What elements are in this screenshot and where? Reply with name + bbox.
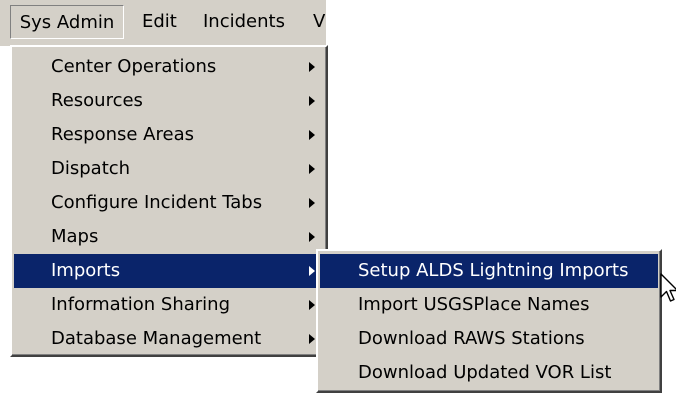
menu-item-center-operations[interactable]: Center Operations — [14, 50, 324, 84]
menu-bar: Sys Admin Edit Incidents V — [0, 0, 326, 46]
menu-item-configure-incident-tabs[interactable]: Configure Incident Tabs — [14, 186, 324, 220]
chevron-right-icon — [309, 232, 315, 242]
chevron-right-icon — [309, 130, 315, 140]
menu-item-database-management[interactable]: Database Management — [14, 322, 324, 356]
sys-admin-dropdown: Center Operations Resources Response Are… — [10, 45, 328, 357]
menu-item-label: Database Management — [51, 328, 262, 349]
menu-edit[interactable]: Edit — [136, 5, 183, 39]
chevron-right-icon — [309, 62, 315, 72]
menu-item-imports[interactable]: Imports — [14, 254, 324, 288]
submenu-item-import-usgs-place-names[interactable]: Import USGSPlace Names — [320, 288, 658, 322]
chevron-right-icon — [309, 164, 315, 174]
menu-item-label: Setup ALDS Lightning Imports — [358, 260, 629, 281]
menu-item-information-sharing[interactable]: Information Sharing — [14, 288, 324, 322]
menu-item-label: Imports — [51, 260, 121, 281]
chevron-right-icon — [309, 334, 315, 344]
screenshot-stage: Sys Admin Edit Incidents V Center Operat… — [0, 0, 676, 394]
menu-item-label: Download RAWS Stations — [358, 328, 585, 349]
menu-item-maps[interactable]: Maps — [14, 220, 324, 254]
menu-item-label: Download Updated VOR List — [358, 362, 612, 383]
menu-item-label: Resources — [51, 90, 143, 111]
menu-sys-admin[interactable]: Sys Admin — [10, 5, 124, 39]
chevron-right-icon — [309, 300, 315, 310]
menu-item-label: Maps — [51, 226, 99, 247]
mouse-pointer-icon — [660, 273, 676, 302]
menu-item-label: Response Areas — [51, 124, 194, 145]
menu-item-resources[interactable]: Resources — [14, 84, 324, 118]
menu-clipped-item[interactable]: V — [307, 5, 326, 39]
menu-item-label: Information Sharing — [51, 294, 231, 315]
menu-item-dispatch[interactable]: Dispatch — [14, 152, 324, 186]
chevron-right-icon — [309, 96, 315, 106]
imports-submenu: Setup ALDS Lightning Imports Import USGS… — [316, 249, 662, 393]
menu-item-label: Configure Incident Tabs — [51, 192, 263, 213]
menu-item-label: Center Operations — [51, 56, 217, 77]
menu-item-label: Dispatch — [51, 158, 131, 179]
chevron-right-icon — [309, 266, 315, 276]
submenu-item-download-raws-stations[interactable]: Download RAWS Stations — [320, 322, 658, 356]
submenu-item-setup-alds-lightning-imports[interactable]: Setup ALDS Lightning Imports — [320, 254, 658, 288]
menu-item-response-areas[interactable]: Response Areas — [14, 118, 324, 152]
chevron-right-icon — [309, 198, 315, 208]
menu-incidents[interactable]: Incidents — [197, 5, 291, 39]
menu-item-label: Import USGSPlace Names — [358, 294, 590, 315]
submenu-item-download-updated-vor-list[interactable]: Download Updated VOR List — [320, 356, 658, 390]
